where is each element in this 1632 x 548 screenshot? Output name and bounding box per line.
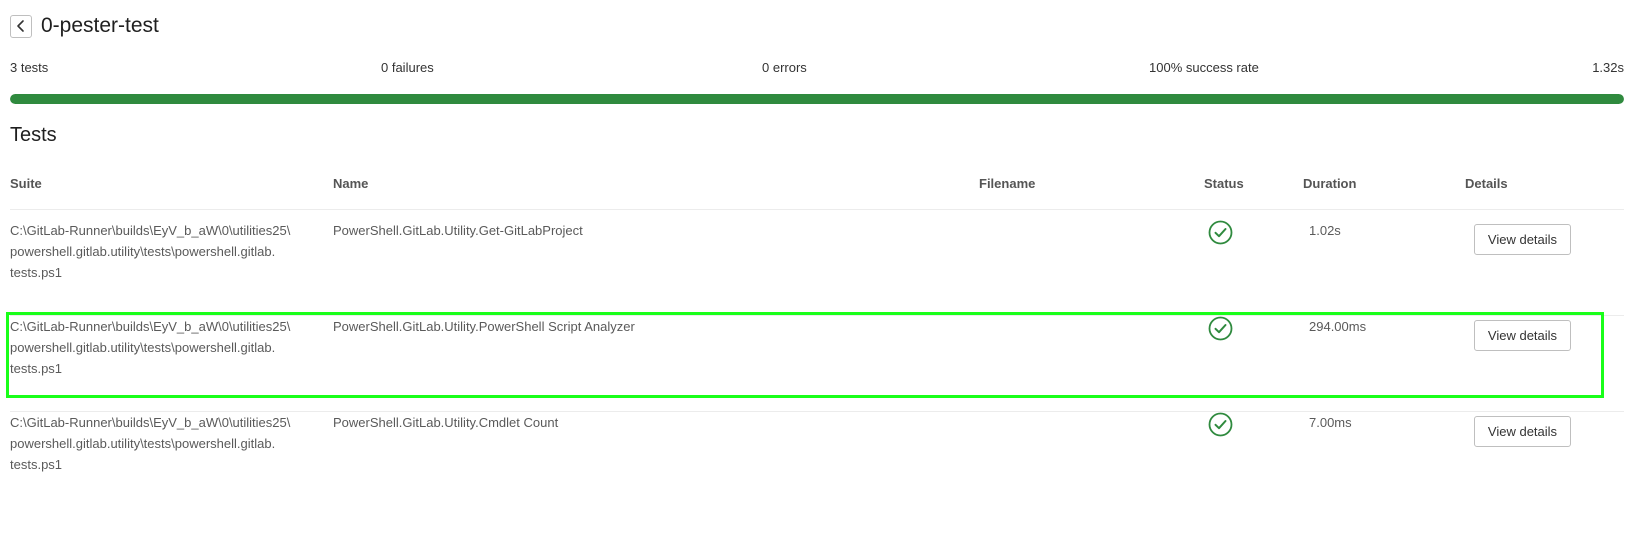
table-header-divider [10,209,1624,210]
test-name: PowerShell.GitLab.Utility.PowerShell Scr… [333,319,635,334]
test-duration: 7.00ms [1309,415,1352,430]
check-circle-icon [1208,412,1233,437]
test-name: PowerShell.GitLab.Utility.Get-GitLabProj… [333,223,583,238]
suite-cell: C:\GitLab-Runner\builds\EyV_b_aW\0\utili… [10,220,310,283]
suite-line: C:\GitLab-Runner\builds\EyV_b_aW\0\utili… [10,415,291,430]
check-circle-icon [1208,220,1233,245]
test-duration: 294.00ms [1309,319,1367,334]
table-row: C:\GitLab-Runner\builds\EyV_b_aW\0\utili… [10,412,1624,508]
column-details: Details [1465,176,1508,191]
success-progress-fill [10,94,1624,104]
table-row: C:\GitLab-Runner\builds\EyV_b_aW\0\utili… [10,220,1624,316]
check-circle-icon [1208,316,1233,341]
suite-line: tests.ps1 [10,265,63,280]
suite-cell: C:\GitLab-Runner\builds\EyV_b_aW\0\utili… [10,316,310,379]
test-summary: 3 tests 0 failures 0 errors 100% success… [10,60,1624,76]
column-duration: Duration [1303,176,1357,191]
table-row: C:\GitLab-Runner\builds\EyV_b_aW\0\utili… [10,316,1624,412]
suite-line: C:\GitLab-Runner\builds\EyV_b_aW\0\utili… [10,223,291,238]
column-status: Status [1204,176,1244,191]
tests-table-header: Suite Name Filename Status Duration Deta… [10,176,1624,192]
status-cell [1208,316,1233,347]
tests-section-title: Tests [10,124,57,146]
view-details-button[interactable]: View details [1474,416,1571,447]
status-cell [1208,220,1233,251]
status-cell [1208,412,1233,443]
failures-count: 0 failures [381,60,434,75]
test-name: PowerShell.GitLab.Utility.Cmdlet Count [333,415,559,430]
total-duration: 1.32s [1592,60,1624,75]
errors-count: 0 errors [762,60,807,75]
suite-cell: C:\GitLab-Runner\builds\EyV_b_aW\0\utili… [10,412,310,475]
column-filename: Filename [979,176,1036,191]
chevron-left-icon [17,20,24,32]
test-duration: 1.02s [1309,223,1341,238]
tests-count: 3 tests [10,60,49,75]
suite-line: powershell.gitlab.utility\tests\powershe… [10,244,276,259]
suite-line: C:\GitLab-Runner\builds\EyV_b_aW\0\utili… [10,319,291,334]
column-suite: Suite [10,176,42,191]
page-header: 0-pester-test [10,14,159,38]
suite-line: powershell.gitlab.utility\tests\powershe… [10,340,276,355]
view-details-button[interactable]: View details [1474,320,1571,351]
suite-line: powershell.gitlab.utility\tests\powershe… [10,436,276,451]
back-button[interactable] [10,14,32,38]
success-rate: 100% success rate [1149,60,1259,75]
suite-line: tests.ps1 [10,457,63,472]
column-name: Name [333,176,369,191]
suite-line: tests.ps1 [10,361,63,376]
page-title: 0-pester-test [41,14,159,37]
success-progress-bar [10,94,1624,104]
view-details-button[interactable]: View details [1474,224,1571,255]
